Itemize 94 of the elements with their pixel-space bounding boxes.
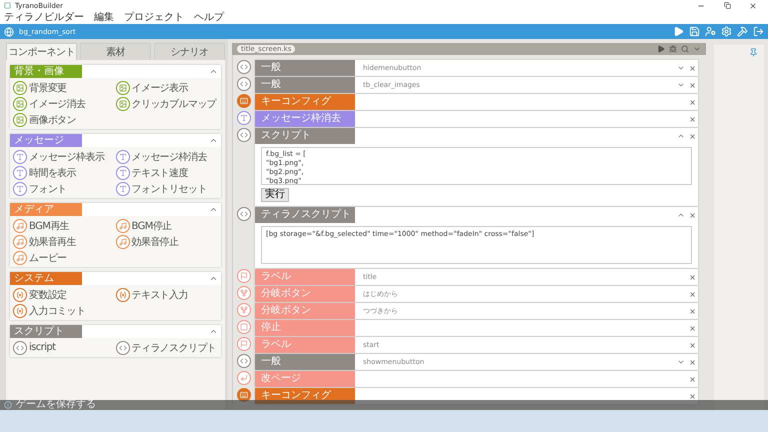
block-label: キーコンフィグ: [255, 94, 355, 110]
sidebar-tab[interactable]: コンポーネント: [6, 43, 77, 60]
chevron-icon[interactable]: [676, 64, 686, 72]
text-icon: [116, 182, 130, 196]
pin-icon[interactable]: [749, 48, 758, 57]
block-label: メッセージ枠消去: [255, 111, 355, 127]
block-label: 一般: [255, 60, 355, 76]
bug-icon[interactable]: [669, 45, 677, 53]
component-item[interactable]: メッセージ枠消去: [132, 150, 207, 164]
picture-icon: [116, 80, 130, 94]
menu-item[interactable]: 編集: [94, 12, 114, 22]
component-item[interactable]: iscript: [29, 342, 56, 353]
picture-icon: [13, 96, 27, 110]
text-icon: [13, 182, 27, 196]
component-item[interactable]: 画像ボタン: [29, 112, 76, 126]
search-icon[interactable]: [681, 45, 689, 53]
code-icon: [237, 77, 251, 91]
block-label: スクリプト: [255, 128, 355, 144]
block-label: 分岐ボタン: [255, 303, 355, 319]
component-item[interactable]: メッセージ枠表示: [29, 150, 104, 164]
music-icon: [13, 250, 27, 264]
component-item[interactable]: 時間を表示: [29, 166, 76, 180]
component-item[interactable]: 入力コミット: [29, 304, 86, 318]
chevron-icon[interactable]: [676, 132, 686, 140]
block-label: ラベル: [255, 269, 355, 285]
component-item[interactable]: 効果音停止: [132, 234, 179, 248]
variable-icon: [13, 304, 27, 318]
component-item[interactable]: フォント: [29, 182, 67, 196]
return-icon: [237, 371, 251, 385]
exit-icon[interactable]: [753, 26, 764, 37]
picture-icon: [13, 112, 27, 126]
component-item[interactable]: 背景変更: [29, 80, 67, 94]
text-icon: [237, 111, 251, 125]
code-icon: [13, 340, 27, 354]
component-item[interactable]: ティラノスクリプト: [132, 340, 216, 354]
picture-icon: [116, 96, 130, 110]
block-label: 一般: [255, 354, 355, 370]
code-icon: [116, 340, 130, 354]
run-button[interactable]: 実行: [261, 188, 289, 202]
menu-item[interactable]: プロジェクト: [124, 12, 184, 22]
music-icon: [116, 234, 130, 248]
hammer-icon[interactable]: [737, 26, 748, 37]
play-icon[interactable]: [657, 45, 665, 53]
chevron-icon[interactable]: [676, 358, 686, 366]
component-item[interactable]: 変数設定: [29, 288, 67, 302]
info-icon: [4, 401, 12, 409]
block-label: 一般: [255, 77, 355, 93]
chevron-icon[interactable]: [676, 81, 686, 89]
component-item[interactable]: BGM停止: [132, 218, 172, 232]
block-label: ティラノスクリプト: [255, 207, 355, 223]
text-icon: [116, 150, 130, 164]
globe-icon: [4, 26, 14, 36]
block-label: 改ページ: [255, 371, 355, 387]
keyboard-icon: [237, 94, 251, 108]
block-label: ラベル: [255, 337, 355, 353]
settings-icon[interactable]: [721, 26, 732, 37]
status-text: ゲームを保存する: [16, 400, 96, 410]
component-item[interactable]: フォントリセット: [132, 182, 207, 196]
app-icon: [4, 2, 11, 9]
menu-item[interactable]: ヘルプ: [194, 12, 224, 22]
fork-icon: [237, 303, 251, 317]
component-item[interactable]: テキスト速度: [132, 166, 188, 180]
sidebar-tab[interactable]: シナリオ: [154, 43, 225, 60]
menu-item[interactable]: ティラノビルダー: [4, 12, 84, 22]
variable-icon: [13, 288, 27, 302]
save-icon[interactable]: [689, 26, 700, 37]
code-icon: [237, 354, 251, 368]
component-item[interactable]: イメージ消去: [29, 96, 86, 110]
flag-icon: [237, 337, 251, 351]
block-label: 分岐ボタン: [255, 286, 355, 302]
code-icon: [237, 207, 251, 221]
block-label: 停止: [255, 320, 355, 336]
component-item[interactable]: BGM再生: [29, 218, 70, 232]
chevron-icon[interactable]: [693, 45, 701, 53]
component-item[interactable]: 効果音再生: [29, 234, 76, 248]
sidebar-tab[interactable]: 素材: [80, 43, 151, 60]
chevron-icon[interactable]: [676, 211, 686, 219]
music-icon: [13, 218, 27, 232]
code-icon: [237, 128, 251, 142]
component-item[interactable]: イメージ表示: [132, 80, 188, 94]
text-icon: [13, 150, 27, 164]
fork-icon: [237, 286, 251, 300]
music-icon: [13, 234, 27, 248]
code-icon: [237, 60, 251, 74]
text-icon: [116, 166, 130, 180]
text-icon: [13, 166, 27, 180]
flag-icon: [237, 269, 251, 283]
user-gear-icon[interactable]: [705, 26, 716, 37]
picture-icon: [13, 80, 27, 94]
component-item[interactable]: ムービー: [29, 250, 67, 264]
component-item[interactable]: テキスト入力: [132, 288, 188, 302]
variable-icon: [116, 288, 130, 302]
component-item[interactable]: クリッカブルマップ: [132, 96, 216, 110]
music-icon: [116, 218, 130, 232]
